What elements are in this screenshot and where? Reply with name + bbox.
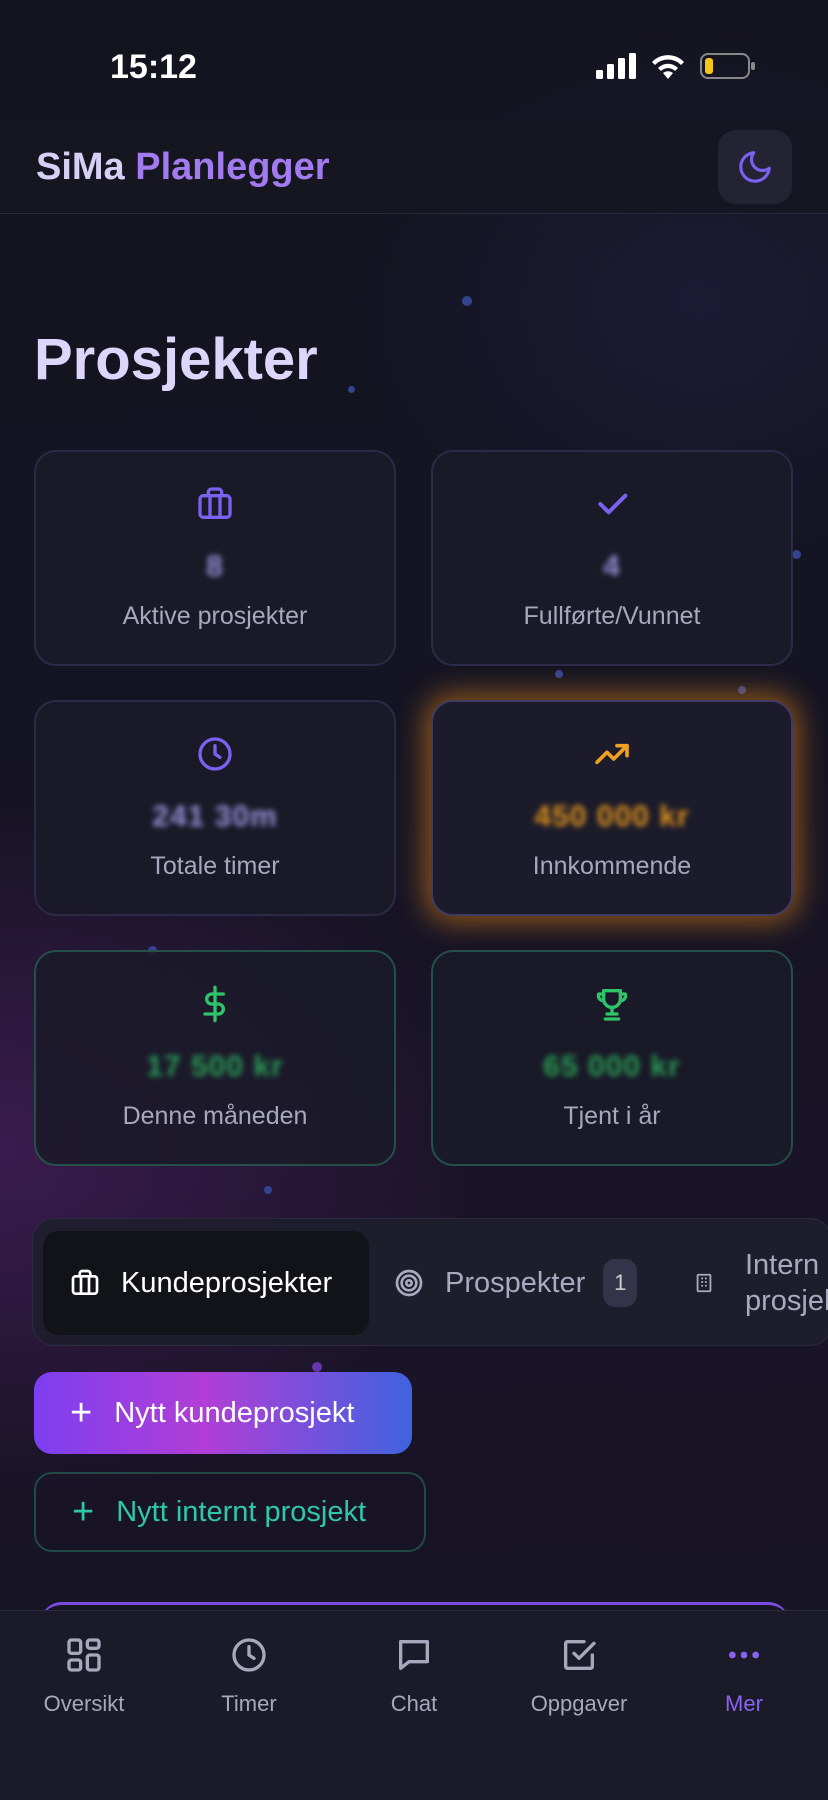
decor-dot [462,296,472,306]
nav-tasks[interactable]: Oppgaver [504,1635,654,1717]
brand-part2: Planlegger [135,146,330,188]
tab-label: Kundeprosjekter [121,1266,333,1299]
moon-icon [739,151,771,183]
app-header: SiMa Planlegger [0,120,828,214]
decor-dot [792,550,801,559]
wifi-icon [652,55,684,79]
status-bar: 15:12 [0,0,828,120]
battery-icon [700,53,755,79]
plus-icon: + [70,1391,93,1434]
theme-toggle-button[interactable] [718,130,792,204]
briefcase-icon [198,487,232,519]
decor-dot [348,386,355,393]
dollar-icon [203,985,225,1023]
count-badge: 1 [603,1259,638,1307]
clock-icon [198,737,232,771]
clock-icon [232,1638,266,1672]
decor-dot [312,1362,322,1372]
target-icon [395,1269,423,1297]
new-customer-project-button[interactable]: + Nytt kundeprosjekt [34,1372,412,1454]
stat-label: Totale timer [150,852,280,880]
more-icon [729,1651,759,1659]
building-icon [696,1273,712,1293]
tab-label-line1: Intern [745,1249,820,1281]
plus-icon: + [72,1490,95,1533]
stat-label: Tjent i år [563,1102,661,1130]
stat-label: Denne måneden [122,1102,308,1130]
app-brand[interactable]: SiMa Planlegger [36,146,330,189]
stat-value: 65 000 kr [543,1050,681,1083]
signal-icon [596,53,636,79]
stat-card-earned-year[interactable]: 65 000 kr Tjent i år [431,950,793,1166]
new-internal-project-button[interactable]: + Nytt internt prosjekt [34,1472,426,1552]
stat-value: 8 [206,550,224,583]
tab-customer-projects[interactable]: Kundeprosjekter [43,1231,369,1335]
page-title: Prosjekter [34,327,318,392]
stat-value: 4 [603,550,621,583]
button-label: Nytt kundeprosjekt [114,1396,355,1429]
nav-overview[interactable]: Oversikt [9,1635,159,1717]
tab-prospects[interactable]: Prospekter 1 [393,1231,638,1335]
tab-label: Prospekter [445,1266,586,1299]
nav-label: Oversikt [43,1691,125,1716]
check-icon [598,493,628,515]
grid-icon [67,1638,101,1672]
nav-chat[interactable]: Chat [339,1635,489,1717]
nav-label: Oppgaver [530,1691,628,1716]
decor-dot [738,686,746,694]
trophy-icon [596,989,628,1021]
stat-card-incoming[interactable]: 450 000 kr Innkommende [431,700,793,916]
stat-card-hours[interactable]: 241 30m Totale timer [34,700,396,916]
brand-part1: SiMa [36,146,125,188]
stat-value: 241 30m [152,800,278,833]
decor-dot [264,1186,272,1194]
stat-card-active[interactable]: 8 Aktive prosjekter [34,450,396,666]
project-tabs: Kundeprosjekter Prospekter 1 Intern pros… [32,1218,828,1346]
stat-label: Innkommende [532,852,692,880]
trending-up-icon [595,743,629,765]
briefcase-icon [71,1269,99,1295]
stat-card-completed[interactable]: 4 Fullførte/Vunnet [431,450,793,666]
tab-internal-projects[interactable]: Intern prosjek [693,1231,828,1335]
stat-label: Fullførte/Vunnet [523,602,701,630]
decor-dot [555,670,563,678]
bottom-nav: Oversikt Timer Chat Oppgaver Mer [0,1610,828,1800]
stat-card-this-month[interactable]: 17 500 kr Denne måneden [34,950,396,1166]
stat-value: 17 500 kr [146,1050,284,1083]
nav-more[interactable]: Mer [669,1635,819,1717]
nav-hours[interactable]: Timer [174,1635,324,1717]
chat-icon [399,1640,429,1670]
nav-label: Timer [221,1691,277,1716]
checkbox-icon [564,1640,596,1670]
status-time: 15:12 [110,48,197,86]
stat-value: 450 000 kr [534,800,690,833]
button-label: Nytt internt prosjekt [116,1495,367,1528]
stat-label: Aktive prosjekter [122,602,308,630]
nav-label: Chat [390,1691,438,1716]
tab-label-line2: prosjek [745,1285,828,1317]
nav-label: Mer [725,1691,763,1716]
